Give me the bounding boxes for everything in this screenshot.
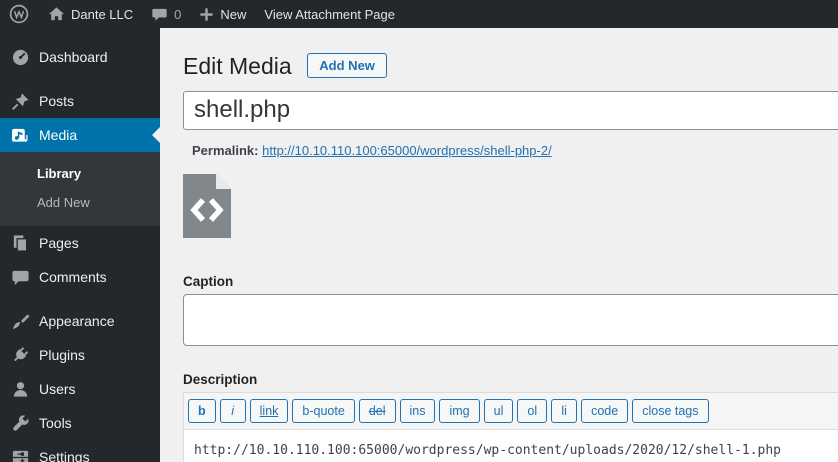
- sidebar-item-appearance[interactable]: Appearance: [0, 304, 160, 338]
- quicktag-img-button[interactable]: img: [439, 398, 480, 423]
- plug-icon: [10, 345, 30, 365]
- pages-icon: [10, 233, 30, 253]
- quicktag-bold-button[interactable]: b: [188, 398, 216, 423]
- quicktag-link-button[interactable]: link: [249, 398, 289, 423]
- view-attachment-page-link[interactable]: View Attachment Page: [255, 0, 404, 28]
- new-label: New: [220, 6, 247, 22]
- comments-icon: [10, 267, 30, 287]
- quicktag-code-button[interactable]: code: [581, 398, 629, 423]
- pushpin-icon: [10, 91, 30, 111]
- quicktag-italic-button[interactable]: i: [219, 398, 246, 423]
- home-icon: [48, 6, 65, 23]
- plus-icon: [199, 7, 214, 22]
- site-name: Dante LLC: [71, 6, 134, 22]
- comment-bubble-icon: [151, 6, 168, 23]
- settings-icon: [10, 447, 30, 462]
- sidebar-label: Plugins: [39, 347, 85, 363]
- attachment-preview: [183, 173, 231, 241]
- sidebar-label: Users: [39, 381, 76, 397]
- sidebar-item-settings[interactable]: Settings: [0, 440, 160, 462]
- main-content: Edit Media Add New Permalink: http://10.…: [160, 28, 838, 462]
- add-new-button[interactable]: Add New: [307, 53, 387, 78]
- new-content-button[interactable]: New: [190, 0, 255, 28]
- sidebar-label: Pages: [39, 235, 79, 251]
- attachment-title-input[interactable]: [183, 90, 838, 130]
- sidebar-item-plugins[interactable]: Plugins: [0, 338, 160, 372]
- sidebar-label: Tools: [39, 415, 72, 431]
- sidebar-item-comments[interactable]: Comments: [0, 260, 160, 294]
- permalink-link[interactable]: http://10.10.110.100:65000/wordpress/she…: [262, 143, 552, 158]
- dashboard-icon: [10, 47, 30, 67]
- site-name-link[interactable]: Dante LLC: [39, 0, 142, 28]
- page-heading: Edit Media Add New: [183, 52, 838, 82]
- sidebar-label: Dashboard: [39, 49, 108, 65]
- admin-menu: Dashboard Posts Media Library Add New Pa…: [0, 28, 160, 462]
- sidebar-label: Media: [39, 127, 78, 143]
- quicktag-closetags-button[interactable]: close tags: [632, 398, 709, 423]
- sidebar-item-users[interactable]: Users: [0, 372, 160, 406]
- sidebar-label: Settings: [39, 449, 90, 462]
- page-title: Edit Media: [183, 53, 292, 79]
- admin-bar: Dante LLC 0 New View Attachment Page: [0, 0, 838, 28]
- caption-label: Caption: [183, 273, 234, 289]
- quicktag-li-button[interactable]: li: [551, 398, 578, 423]
- wordpress-logo-icon: [9, 4, 29, 24]
- sidebar-item-media[interactable]: Media: [0, 118, 160, 152]
- sidebar-item-pages[interactable]: Pages: [0, 226, 160, 260]
- quicktag-ins-button[interactable]: ins: [399, 398, 436, 423]
- permalink-label: Permalink:: [192, 142, 259, 158]
- sidebar-item-posts[interactable]: Posts: [0, 84, 160, 118]
- quicktags-toolbar: b i link b-quote del ins img ul ol li co…: [184, 392, 838, 430]
- wp-logo-button[interactable]: [0, 0, 39, 28]
- sidebar-item-media-library[interactable]: Library: [0, 159, 160, 188]
- sidebar-item-tools[interactable]: Tools: [0, 406, 160, 440]
- media-icon: [10, 125, 30, 145]
- admin-sidebar: Dashboard Posts Media Library Add New Pa…: [0, 28, 160, 462]
- file-code-icon: [183, 173, 231, 241]
- menu-separator: [0, 294, 160, 304]
- comments-count: 0: [174, 6, 182, 22]
- comments-indicator[interactable]: 0: [142, 0, 190, 28]
- sidebar-item-dashboard[interactable]: Dashboard: [0, 40, 160, 74]
- wrench-icon: [10, 413, 30, 433]
- quicktag-ul-button[interactable]: ul: [483, 398, 514, 423]
- sidebar-label: Comments: [39, 269, 107, 285]
- sidebar-item-media-add-new[interactable]: Add New: [0, 188, 160, 217]
- quicktag-bquote-button[interactable]: b-quote: [292, 398, 355, 423]
- sidebar-label: Appearance: [39, 313, 115, 329]
- caption-textarea[interactable]: [183, 293, 838, 346]
- media-submenu: Library Add New: [0, 152, 160, 226]
- permalink-row: Permalink: http://10.10.110.100:65000/wo…: [192, 143, 838, 158]
- description-textarea[interactable]: http://10.10.110.100:65000/wordpress/wp-…: [184, 429, 838, 462]
- sidebar-label: Posts: [39, 93, 75, 109]
- quicktag-del-button[interactable]: del: [358, 398, 396, 423]
- description-label: Description: [183, 371, 258, 387]
- user-icon: [10, 379, 30, 399]
- description-editor: b i link b-quote del ins img ul ol li co…: [183, 391, 838, 462]
- quicktag-ol-button[interactable]: ol: [517, 398, 548, 423]
- view-attachment-page-label: View Attachment Page: [264, 6, 395, 22]
- paintbrush-icon: [10, 311, 30, 331]
- menu-separator: [0, 74, 160, 84]
